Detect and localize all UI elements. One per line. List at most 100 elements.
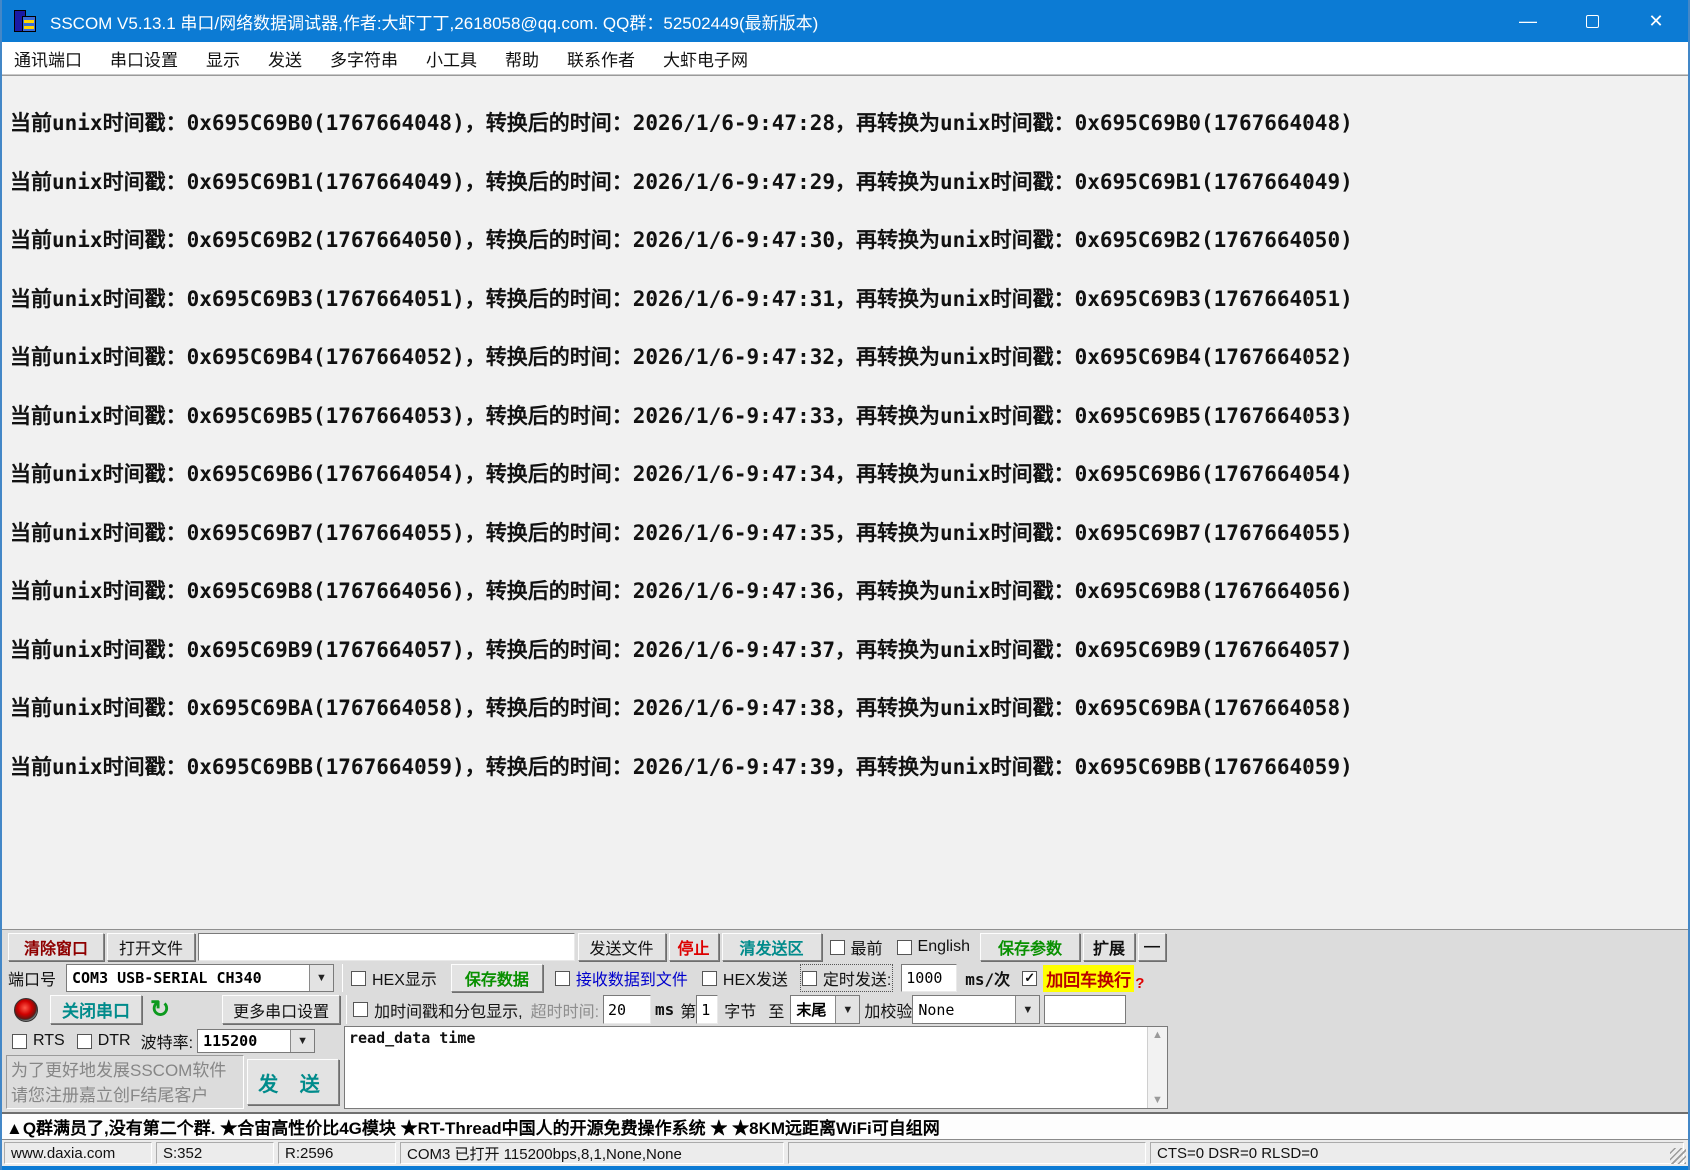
terminal-line: 当前unix时间戳：0x695C69B0(1767664048)，转换后的时间：… [10, 111, 1353, 135]
terminal-line: 当前unix时间戳：0x695C69B6(1767664054)，转换后的时间：… [10, 462, 1353, 486]
range-end-value: 末尾 [796, 1002, 827, 1019]
checksum-select[interactable]: None ▼ [912, 995, 1041, 1024]
hex-send-checkbox-box[interactable] [701, 970, 717, 986]
maximize-button[interactable] [1560, 0, 1624, 42]
rts-checkbox-box[interactable] [12, 1033, 27, 1049]
status-bar: www.daxia.com S:352 R:2596 COM3 已打开 1152… [2, 1140, 1688, 1166]
chevron-down-icon[interactable]: ▼ [1015, 996, 1040, 1023]
terminal-line: 当前unix时间戳：0x695C69B1(1767664049)，转换后的时间：… [10, 169, 1353, 194]
open-file-button[interactable]: 打开文件 [107, 933, 195, 961]
scroll-up-icon[interactable]: ▲ [1152, 1029, 1163, 1041]
dtr-checkbox-box[interactable] [76, 1033, 92, 1049]
checksum-extra-field[interactable] [1044, 995, 1127, 1024]
interval-input[interactable] [901, 964, 958, 992]
clear-send-area-button[interactable]: 清发送区 [721, 933, 822, 961]
topmost-checkbox[interactable]: 最前 [829, 935, 883, 959]
terminal-line: 当前unix时间戳：0x695C69B4(1767664052)，转换后的时间：… [10, 345, 1353, 369]
send-button[interactable]: 发 送 [247, 1059, 339, 1105]
dtr-checkbox[interactable]: DTR [76, 1032, 131, 1050]
menu-help[interactable]: 帮助 [491, 42, 553, 74]
baud-select[interactable]: 115200 ▼ [197, 1029, 316, 1053]
timestamp-split-checkbox-box[interactable] [353, 1002, 369, 1017]
chevron-down-icon[interactable]: ▼ [309, 965, 333, 991]
titlebar: SSCOM V5.13.1 串口/网络数据调试器,作者:大虾丁丁,2618058… [2, 0, 1688, 42]
timestamp-split-checkbox[interactable]: 加时间戳和分包显示, [353, 998, 523, 1022]
timed-send-label: 定时发送: [822, 972, 892, 989]
port-label: 端口号 [8, 972, 57, 989]
english-label: English [917, 938, 970, 955]
menu-send[interactable]: 发送 [254, 42, 316, 74]
terminal-line: 当前unix时间戳：0x695C69BB(1767664059)，转换后的时间：… [10, 754, 1353, 779]
terminal-line: 当前unix时间戳：0x695C69B9(1767664057)，转换后的时间：… [10, 637, 1353, 662]
append-crlf-checkbox-box[interactable]: ✓ [1022, 970, 1038, 986]
scroll-down-icon[interactable]: ▼ [1152, 1094, 1163, 1106]
send-file-button[interactable]: 发送文件 [577, 933, 666, 961]
rts-checkbox[interactable]: RTS [12, 1032, 65, 1050]
file-path-input[interactable] [198, 933, 575, 961]
promo-text: 为了更好地发展SSCOM软件 请您注册嘉立创F结尾客户 [6, 1055, 244, 1109]
checksum-label: 加校验 [864, 1003, 913, 1021]
recv-to-file-checkbox-box[interactable] [554, 970, 570, 986]
minimize-button[interactable]: — [1496, 0, 1560, 42]
clear-window-button[interactable]: 清除窗口 [8, 933, 104, 961]
checksum-value: None [918, 1000, 955, 1019]
send-input-area[interactable]: read_data time ▲ ▼ [344, 1026, 1168, 1109]
timeout-unit-label: ms [655, 1000, 675, 1019]
byte-label: 字节 [724, 1003, 757, 1021]
close-port-button[interactable]: 关闭串口 [50, 995, 142, 1024]
english-checkbox-box[interactable] [896, 939, 912, 955]
chevron-down-icon[interactable]: ▼ [835, 996, 860, 1023]
port-select-value: COM3 USB-SERIAL CH340 [72, 969, 262, 987]
menu-contact-author[interactable]: 联系作者 [553, 42, 649, 74]
menu-comm-port[interactable]: 通讯端口 [2, 42, 96, 74]
close-button[interactable]: ✕ [1624, 0, 1688, 42]
timeout-input[interactable] [603, 995, 652, 1024]
byte-index-input[interactable] [696, 995, 719, 1024]
hex-display-checkbox-box[interactable] [351, 970, 366, 986]
collapse-panel-button[interactable]: — [1138, 933, 1166, 961]
append-crlf-checkbox[interactable]: ✓ 加回车换行 [1022, 964, 1135, 992]
menu-port-settings[interactable]: 串口设置 [96, 42, 192, 74]
hex-display-checkbox[interactable]: HEX显示 [351, 966, 437, 990]
rts-label: RTS [33, 1032, 65, 1049]
menu-tools[interactable]: 小工具 [412, 42, 491, 74]
timeout-label: 超时时间: [530, 1003, 600, 1021]
receive-terminal[interactable]: 当前unix时间戳：0x695C69B0(1767664048)，转换后的时间：… [2, 75, 1688, 929]
baud-label: 波特率: [140, 1035, 194, 1052]
timed-send-checkbox[interactable]: 定时发送: [799, 964, 894, 992]
status-port-state: COM3 已打开 115200bps,8,1,None,None [400, 1142, 784, 1164]
baud-value: 115200 [203, 1032, 258, 1050]
byte-prefix-label: 第 [680, 1003, 697, 1021]
port-select[interactable]: COM3 USB-SERIAL CH340 ▼ [66, 964, 334, 992]
status-sent-count: S:352 [156, 1142, 274, 1164]
send-input-text[interactable]: read_data time [345, 1027, 1147, 1108]
extend-button[interactable]: 扩展 [1083, 933, 1135, 961]
stop-button[interactable]: 停止 [668, 933, 719, 961]
menu-daxia-web[interactable]: 大虾电子网 [649, 42, 762, 74]
recv-to-file-checkbox[interactable]: 接收数据到文件 [554, 966, 688, 990]
range-end-select[interactable]: 末尾 ▼ [790, 995, 861, 1024]
window-frame-bottom [2, 1166, 1688, 1170]
more-port-settings-button[interactable]: 更多串口设置 [222, 995, 341, 1024]
help-question-icon[interactable]: ? [1135, 975, 1144, 992]
interval-unit-label: ms/次 [965, 970, 1011, 989]
hex-send-checkbox[interactable]: HEX发送 [701, 966, 788, 990]
save-data-button[interactable]: 保存数据 [450, 964, 543, 992]
send-input-scrollbar[interactable]: ▲ ▼ [1147, 1027, 1167, 1108]
dtr-label: DTR [97, 1032, 131, 1049]
save-params-button[interactable]: 保存参数 [980, 933, 1080, 961]
status-recv-count: R:2596 [278, 1142, 396, 1164]
topmost-checkbox-box[interactable] [829, 939, 845, 955]
status-website[interactable]: www.daxia.com [4, 1142, 152, 1164]
status-empty-panel [788, 1142, 1146, 1164]
terminal-line: 当前unix时间戳：0x695C69B3(1767664051)，转换后的时间：… [10, 286, 1353, 311]
terminal-line: 当前unix时间戳：0x695C69B7(1767664055)，转换后的时间：… [10, 520, 1353, 545]
english-checkbox[interactable]: English [896, 938, 970, 956]
topmost-label: 最前 [850, 941, 883, 958]
refresh-ports-icon[interactable]: ↻ [150, 997, 170, 1022]
menu-display[interactable]: 显示 [192, 42, 254, 74]
chevron-down-icon[interactable]: ▼ [290, 1030, 315, 1052]
menu-multi-string[interactable]: 多字符串 [316, 42, 412, 74]
resize-grip[interactable] [1670, 1148, 1686, 1164]
timed-send-checkbox-box[interactable] [801, 970, 817, 986]
